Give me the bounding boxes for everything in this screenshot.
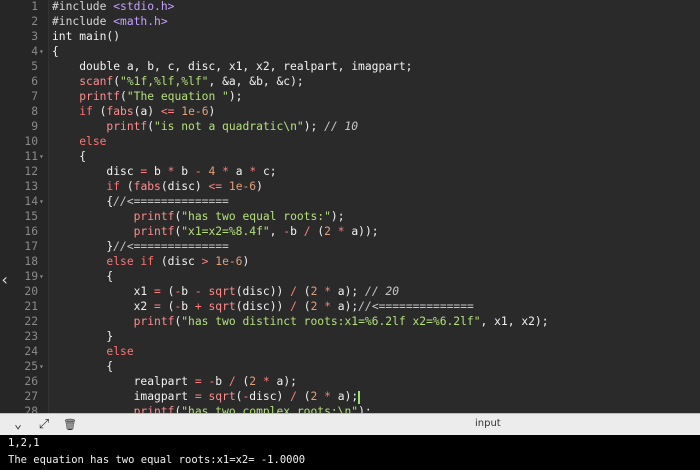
code-line[interactable]: 21 x2 = (-b + sqrt(disc)) / (2 * a);//<=…: [0, 299, 700, 314]
line-number: 24: [24, 345, 38, 358]
code-text: #include <math.h>: [52, 15, 168, 28]
line-number: 28: [24, 405, 38, 413]
code-text: double a, b, c, disc, x1, x2, realpart, …: [52, 60, 413, 73]
code-text: printf("is not a quadratic\n"); // 10: [106, 120, 359, 133]
code-text: imagpart = sqrt(-disc) / (2 * a);: [52, 390, 361, 404]
code-text: if (fabs(a) <= 1e-6): [79, 105, 216, 118]
code-line[interactable]: 6 scanf("%1f,%lf,%lf", &a, &b, &c);: [0, 74, 700, 89]
code-text: {: [52, 45, 59, 58]
line-number: 6: [31, 75, 38, 88]
fold-arrow-icon[interactable]: ▾: [39, 359, 48, 374]
code-text: printf("has two complex roots:\n");: [133, 405, 372, 413]
line-number: 3: [31, 30, 38, 43]
line-number: 9: [31, 120, 38, 133]
console-title: input: [475, 418, 501, 429]
console-input-line: 1,2,1: [8, 437, 40, 449]
collapse-left-icon[interactable]: ‹: [0, 270, 10, 289]
code-text: }//<==============: [52, 240, 229, 253]
line-number: 16: [24, 225, 38, 238]
line-number: 11: [24, 150, 38, 163]
code-text: {: [52, 150, 87, 163]
line-number: 18: [24, 255, 38, 268]
code-text: else: [106, 345, 134, 358]
code-line[interactable]: 8 if (fabs(a) <= 1e-6): [0, 104, 700, 119]
code-line[interactable]: 19 ▾ {: [0, 269, 700, 284]
line-number: 21: [24, 300, 38, 313]
line-number: 13: [24, 180, 38, 193]
line-number: 17: [24, 240, 38, 253]
line-number: 25: [24, 360, 38, 373]
console-output[interactable]: 1,2,1 The equation has two equal roots:x…: [0, 435, 700, 470]
code-text: else: [79, 135, 107, 148]
code-line[interactable]: 11 ▾ {: [0, 149, 700, 164]
code-text: int main(): [52, 30, 121, 43]
code-text: printf("has two equal roots:");: [133, 210, 345, 223]
line-number: 22: [24, 315, 38, 328]
code-text: scanf("%1f,%lf,%lf", &a, &b, &c);: [79, 75, 304, 88]
code-line[interactable]: 5 double a, b, c, disc, x1, x2, realpart…: [0, 59, 700, 74]
console-toolbar: ⌄ ⤢ 🗑 input: [0, 413, 700, 436]
code-line[interactable]: 23 }: [0, 329, 700, 344]
code-line[interactable]: 22 printf("has two distinct roots:x1=%6.…: [0, 314, 700, 329]
line-number: 8: [31, 105, 38, 118]
code-line[interactable]: 27 imagpart = sqrt(-disc) / (2 * a);: [0, 389, 700, 404]
code-text: else if (disc > 1e-6): [106, 255, 250, 268]
code-line[interactable]: 2 #include <math.h>: [0, 14, 700, 29]
chevron-down-icon[interactable]: ⌄: [10, 417, 26, 433]
line-number: 1: [31, 0, 38, 13]
code-text: if (fabs(disc) <= 1e-6): [106, 180, 263, 193]
code-line[interactable]: 28 printf("has two complex roots:\n");: [0, 404, 700, 413]
code-line[interactable]: 20 x1 = (-b - sqrt(disc)) / (2 * a); // …: [0, 284, 700, 299]
code-line[interactable]: 16 printf("x1=x2=%8.4f", -b / (2 * a));: [0, 224, 700, 239]
code-line[interactable]: 3 int main(): [0, 29, 700, 44]
code-text: {//<==============: [52, 195, 229, 208]
console-output-line: The equation has two equal roots:x1=x2= …: [8, 454, 306, 466]
line-number: 26: [24, 375, 38, 388]
line-number: 14: [24, 195, 38, 208]
code-line[interactable]: 18 else if (disc > 1e-6): [0, 254, 700, 269]
code-line[interactable]: 4 ▾ {: [0, 44, 700, 59]
code-line[interactable]: 26 realpart = -b / (2 * a);: [0, 374, 700, 389]
code-line[interactable]: 24 else: [0, 344, 700, 359]
line-number: 23: [24, 330, 38, 343]
code-editor[interactable]: 1 #include <stdio.h> 2 #include <math.h> 3 in…: [0, 0, 700, 413]
code-text: x1 = (-b - sqrt(disc)) / (2 * a); // 20: [52, 285, 400, 298]
code-line[interactable]: 15 printf("has two equal roots:");: [0, 209, 700, 224]
code-line[interactable]: 25 ▾ {: [0, 359, 700, 374]
trash-icon[interactable]: 🗑: [62, 417, 78, 433]
line-number: 12: [24, 165, 38, 178]
line-number: 4: [31, 45, 38, 58]
line-number: 5: [31, 60, 38, 73]
resize-icon[interactable]: ⤢: [36, 417, 52, 433]
fold-arrow-icon[interactable]: ▾: [39, 194, 48, 209]
code-text: {: [52, 360, 114, 373]
code-text: printf("The equation ");: [79, 90, 243, 103]
code-line[interactable]: 17 }//<==============: [0, 239, 700, 254]
code-text: }: [52, 330, 114, 343]
line-number: 2: [31, 15, 38, 28]
line-number: 10: [24, 135, 38, 148]
code-line[interactable]: 7 printf("The equation ");: [0, 89, 700, 104]
code-text: #include <stdio.h>: [52, 0, 175, 13]
fold-arrow-icon[interactable]: ▾: [39, 44, 48, 59]
code-text: {: [52, 270, 114, 283]
code-line[interactable]: 1 #include <stdio.h>: [0, 0, 700, 14]
code-line[interactable]: 14 ▾ {//<==============: [0, 194, 700, 209]
line-number: 27: [24, 390, 38, 403]
code-line[interactable]: 12 disc = b * b - 4 * a * c;: [0, 164, 700, 179]
code-text: printf("has two distinct roots:x1=%6.2lf…: [133, 315, 549, 328]
line-number: 7: [31, 90, 38, 103]
code-text: disc = b * b - 4 * a * c;: [52, 165, 277, 178]
code-text: x2 = (-b + sqrt(disc)) / (2 * a);//<====…: [52, 300, 474, 313]
fold-arrow-icon[interactable]: ▾: [39, 149, 48, 164]
code-line[interactable]: 10 else: [0, 134, 700, 149]
line-number: 15: [24, 210, 38, 223]
code-text: printf("x1=x2=%8.4f", -b / (2 * a));: [133, 225, 379, 238]
fold-arrow-icon[interactable]: ▾: [39, 269, 48, 284]
code-line[interactable]: 13 if (fabs(disc) <= 1e-6): [0, 179, 700, 194]
text-cursor: [358, 390, 361, 404]
code-text: realpart = -b / (2 * a);: [52, 375, 297, 388]
code-line[interactable]: 9 printf("is not a quadratic\n"); // 10: [0, 119, 700, 134]
